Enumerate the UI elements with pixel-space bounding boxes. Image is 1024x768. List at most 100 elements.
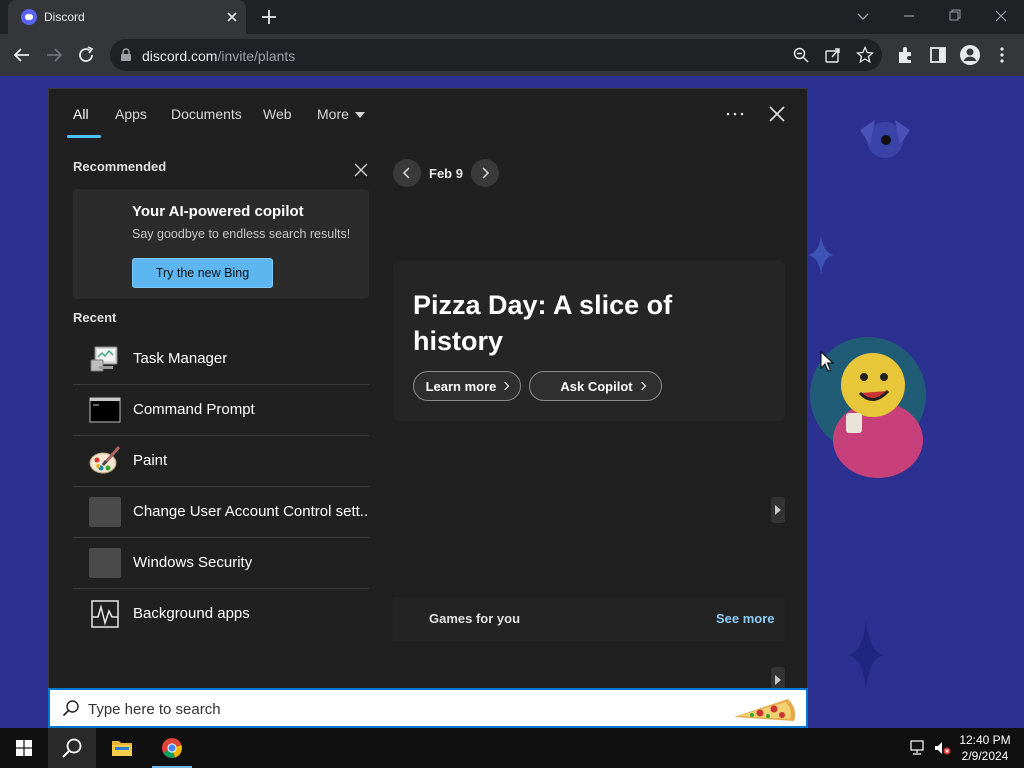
taskbar-search-button[interactable] [48, 728, 96, 768]
volume-muted-icon[interactable] [933, 740, 951, 756]
search-icon [62, 700, 79, 717]
search-input[interactable] [88, 698, 588, 720]
minimize-icon[interactable] [898, 6, 920, 26]
ask-copilot-button[interactable]: Ask Copilot [529, 371, 662, 401]
recent-item-label: Task Manager [133, 350, 228, 367]
more-options-icon[interactable] [725, 105, 745, 123]
browser-toolbar: discord.com/invite/plants [0, 34, 1024, 76]
menu-icon[interactable] [991, 44, 1013, 66]
recommended-heading: Recommended [73, 159, 167, 174]
search-highlight-card[interactable]: Pizza Day: A slice of history Learn more… [393, 261, 785, 421]
paint-icon [89, 446, 121, 474]
tab-close-icon[interactable] [224, 9, 240, 25]
games-section: Games for you See more [393, 597, 785, 641]
recent-item-label: Windows Security [133, 554, 253, 571]
task-manager-icon [90, 346, 118, 372]
sparkle-decoration [808, 235, 834, 275]
recent-item-command-prompt[interactable]: Command Prompt [73, 385, 369, 436]
tab-all[interactable]: All [73, 106, 89, 122]
browser-tab[interactable]: Discord [8, 0, 246, 34]
chrome-icon [162, 738, 182, 758]
tab-documents[interactable]: Documents [171, 106, 242, 122]
copilot-card: Your AI-powered copilot Say goodbye to e… [73, 189, 369, 299]
sparkle-decoration [848, 620, 884, 690]
copilot-card-subtitle: Say goodbye to endless search results! [132, 227, 351, 241]
learn-more-button[interactable]: Learn more [413, 371, 521, 401]
new-tab-icon[interactable] [260, 8, 278, 26]
restore-icon[interactable] [944, 6, 966, 26]
network-icon[interactable] [909, 740, 927, 756]
zoom-icon[interactable] [792, 46, 810, 64]
recent-item-background-apps[interactable]: Background apps [73, 589, 369, 640]
tab-search-icon[interactable] [852, 6, 874, 26]
windows-logo-icon [16, 740, 32, 756]
clock-time: 12:40 PM [959, 733, 1011, 747]
start-button[interactable] [0, 728, 48, 768]
recent-item-windows-security[interactable]: Windows Security [73, 538, 369, 589]
folder-icon [112, 741, 132, 756]
chrome-taskbar-button[interactable] [148, 728, 196, 768]
extensions-icon[interactable] [895, 44, 917, 66]
close-panel-icon[interactable] [767, 104, 787, 124]
system-clock[interactable]: 12:40 PM 2/9/2024 [950, 732, 1020, 764]
command-prompt-icon [89, 397, 121, 423]
browser-tab-bar: Discord [0, 0, 1024, 34]
highlight-title: Pizza Day: A slice of history [413, 290, 673, 356]
right-column: Feb 9 Pizza Day: A slice of history Lear… [393, 159, 785, 693]
recent-list: Task Manager Command Prompt Paint Change… [73, 334, 369, 640]
lock-icon[interactable] [120, 48, 132, 62]
side-panel-icon[interactable] [927, 44, 949, 66]
share-icon[interactable] [824, 46, 842, 64]
chevron-right-icon [482, 167, 490, 179]
date-label: Feb 9 [429, 166, 463, 181]
recent-item-label: Command Prompt [133, 401, 255, 418]
discord-favicon-icon [21, 9, 37, 25]
see-more-link[interactable]: See more [716, 611, 775, 626]
games-heading: Games for you [429, 611, 521, 626]
recent-item-uac-settings[interactable]: Change User Account Control sett... [73, 487, 369, 538]
tab-apps[interactable]: Apps [115, 106, 147, 122]
scroll-right-arrow[interactable] [771, 497, 785, 523]
try-new-bing-button[interactable]: Try the new Bing [132, 258, 273, 288]
recent-item-label: Change User Account Control sett... [133, 503, 369, 520]
bookmark-star-icon[interactable] [856, 46, 874, 64]
file-explorer-button[interactable] [98, 728, 146, 768]
pizza-highlight-icon[interactable] [730, 693, 800, 725]
tab-more-label: More [317, 106, 349, 122]
recent-item-task-manager[interactable]: Task Manager [73, 334, 369, 385]
learn-more-label: Learn more [425, 378, 497, 394]
chevron-right-icon [637, 381, 646, 391]
back-icon[interactable] [11, 44, 33, 66]
search-filter-tabs: All Apps Documents Web More [49, 89, 809, 141]
dismiss-recommended-icon[interactable] [353, 162, 369, 178]
background-apps-icon [91, 600, 119, 628]
forward-icon[interactable] [43, 44, 65, 66]
previous-date-button[interactable] [393, 159, 421, 187]
search-panel: All Apps Documents Web More Recommended … [48, 88, 809, 693]
url-text: discord.com/invite/plants [142, 48, 296, 64]
close-window-icon[interactable] [990, 6, 1012, 26]
chevron-right-icon [501, 381, 510, 391]
tab-title: Discord [44, 10, 85, 24]
tab-web[interactable]: Web [263, 106, 292, 122]
discord-illustration-bat [860, 120, 910, 158]
reload-icon[interactable] [75, 44, 97, 66]
search-icon [62, 738, 82, 758]
windows-security-icon [89, 548, 121, 578]
next-date-button[interactable] [471, 159, 499, 187]
left-column: Recommended Your AI-powered copilot Say … [73, 159, 369, 628]
address-bar[interactable]: discord.com/invite/plants [110, 39, 882, 71]
chevron-left-icon [402, 167, 410, 179]
clock-date: 2/9/2024 [961, 749, 1009, 763]
caret-down-icon [354, 112, 365, 119]
recent-item-label: Paint [133, 452, 168, 469]
profile-icon[interactable] [959, 44, 981, 66]
copilot-card-title: Your AI-powered copilot [132, 203, 304, 220]
recent-item-label: Background apps [133, 605, 250, 622]
discord-illustration-mascot [810, 337, 926, 478]
windows-taskbar: 12:40 PM 2/9/2024 [0, 728, 1024, 768]
recent-item-paint[interactable]: Paint [73, 436, 369, 487]
mouse-cursor-icon [820, 351, 834, 372]
taskbar-search-box[interactable] [48, 688, 808, 728]
tab-more[interactable]: More [317, 106, 365, 122]
